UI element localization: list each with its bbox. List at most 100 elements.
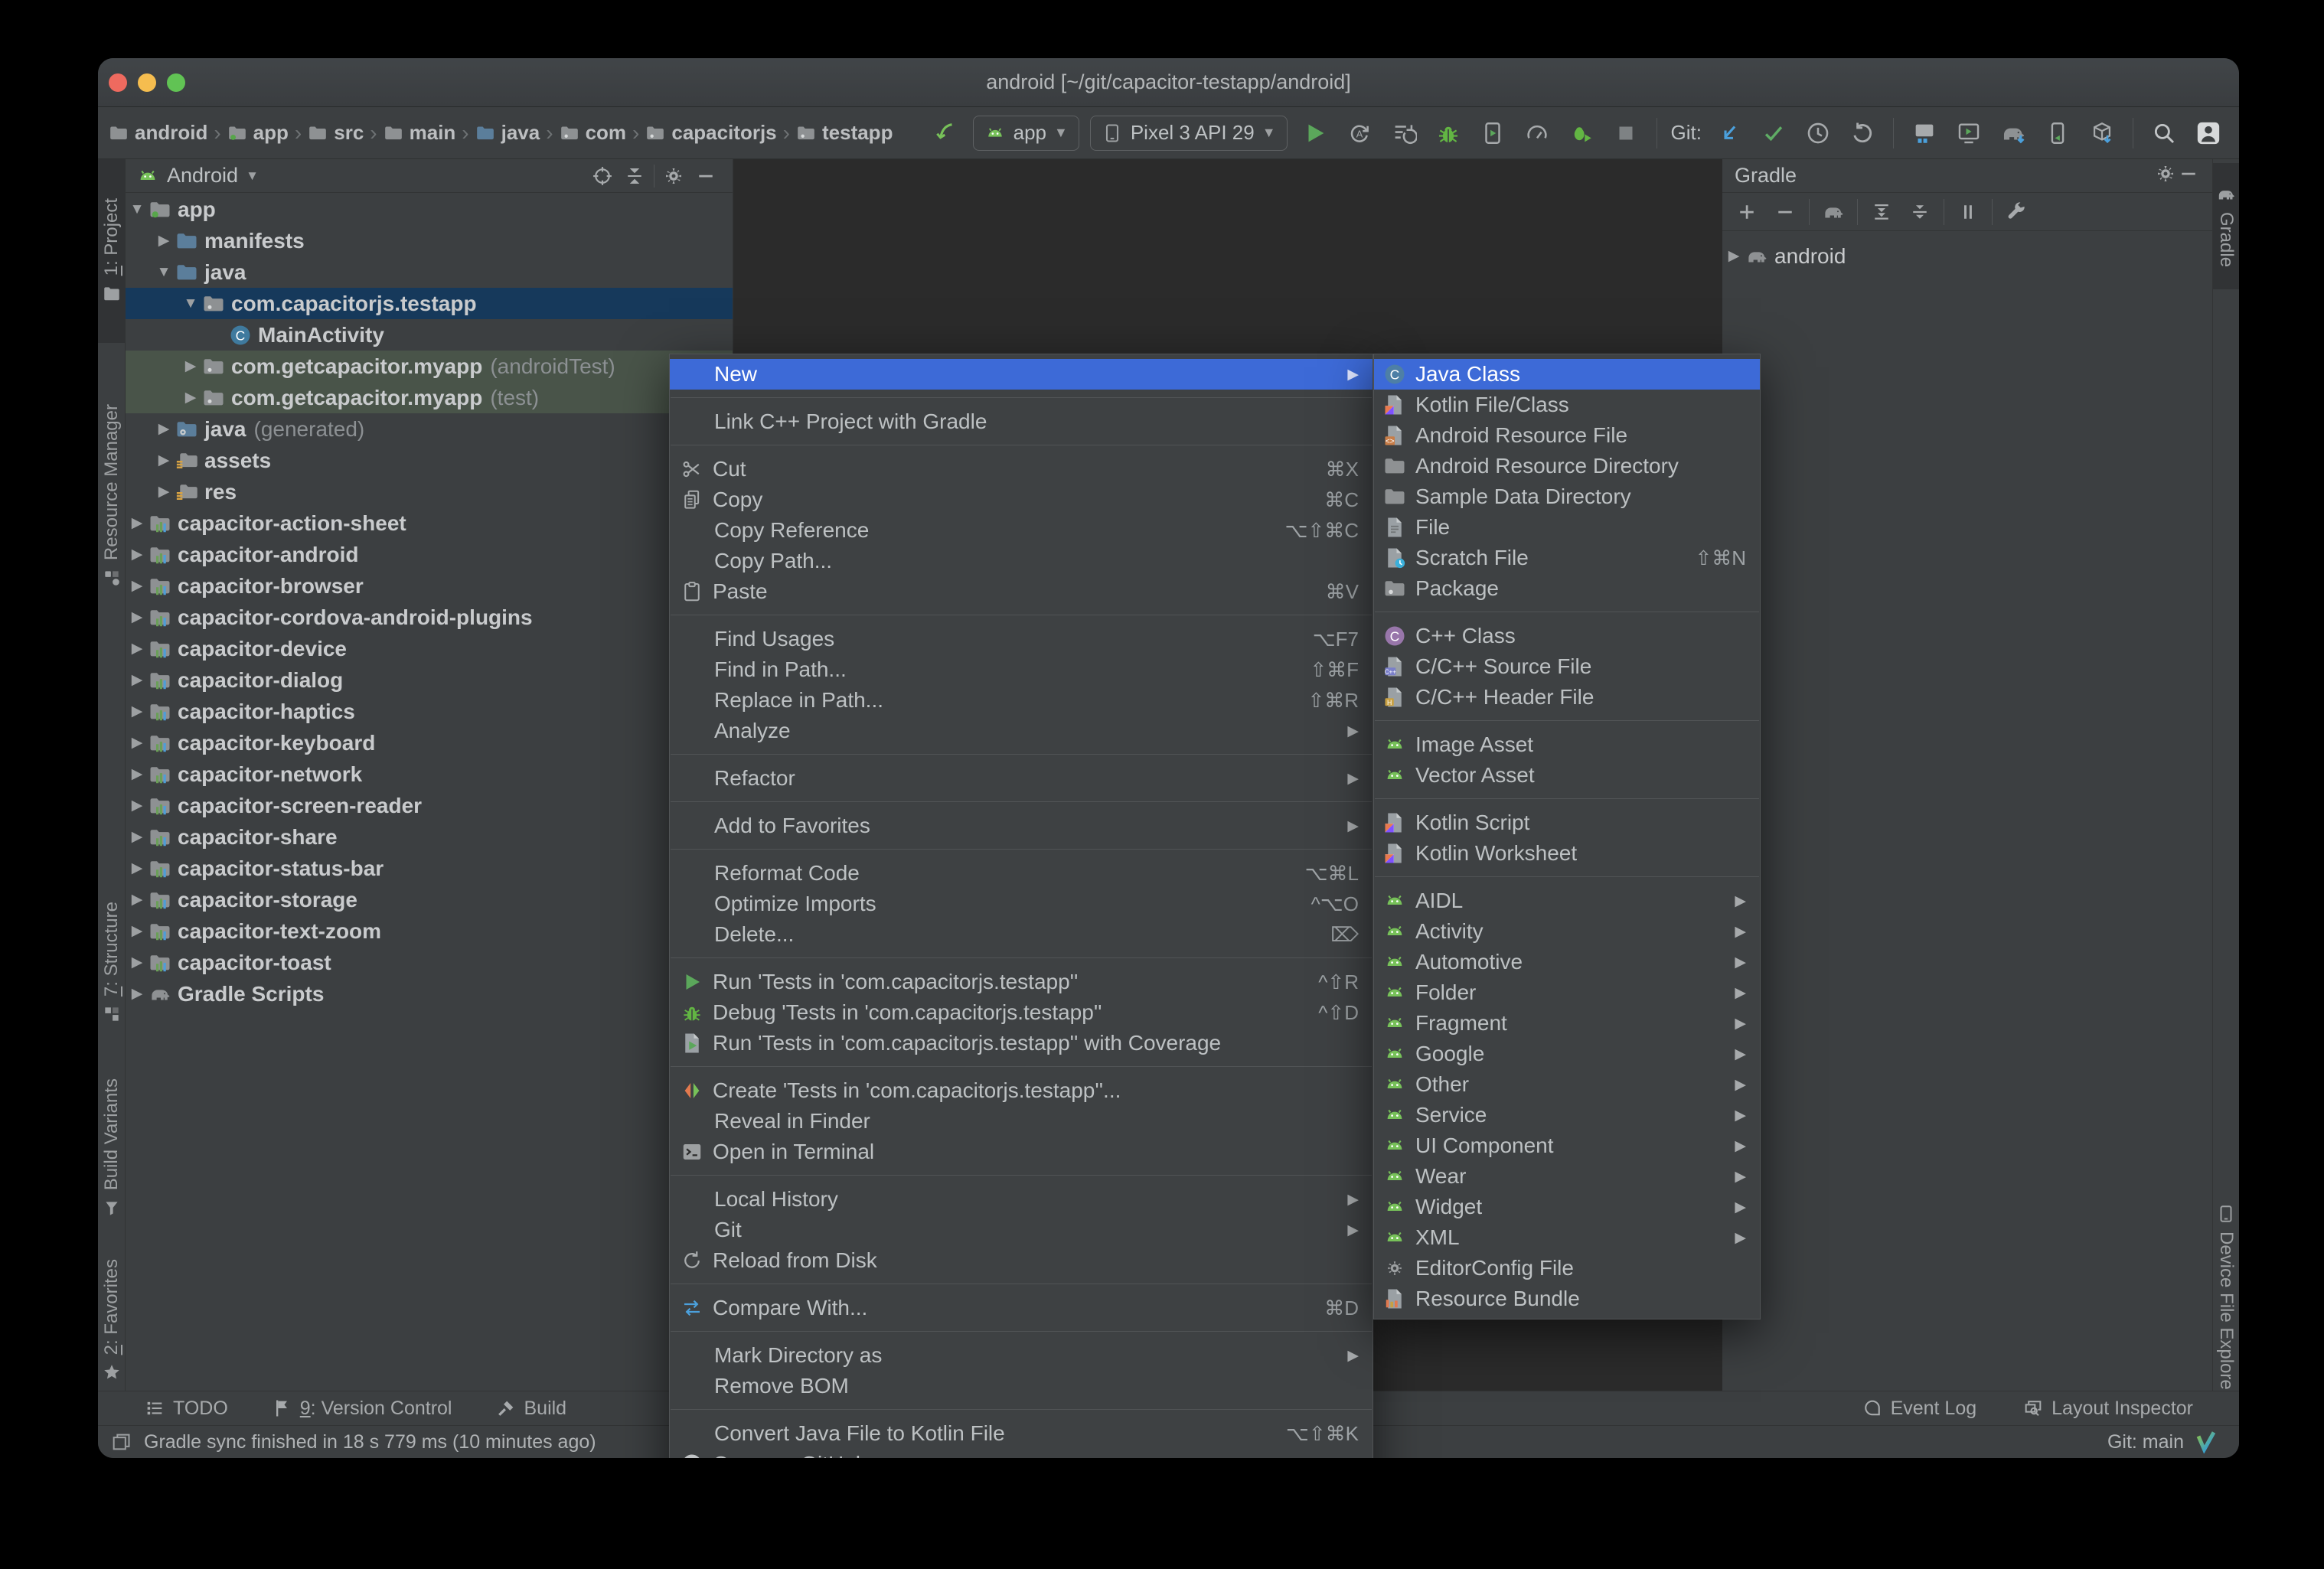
menu-item-activity[interactable]: Activity ▶	[1374, 916, 1760, 947]
menu-item-resource-bundle[interactable]: Resource Bundle	[1374, 1284, 1760, 1314]
tree-item-capacitor-dialog[interactable]: ▶ capacitor-dialog	[126, 664, 733, 696]
tree-toggle-icon[interactable]: ▶	[152, 420, 175, 438]
hide-icon[interactable]	[2177, 162, 2200, 189]
tree-toggle-icon[interactable]: ▶	[126, 985, 149, 1003]
menu-item-compare-with[interactable]: Compare With... ⌘D	[670, 1293, 1373, 1323]
menu-item-reload-from-disk[interactable]: Reload from Disk	[670, 1245, 1373, 1276]
tree-toggle-icon[interactable]: ▼	[126, 201, 149, 218]
menu-item-image-asset[interactable]: Image Asset	[1374, 729, 1760, 760]
tree-toggle-icon[interactable]: ▼	[152, 264, 175, 281]
menu-item-file[interactable]: File	[1374, 512, 1760, 543]
tool-window-tab-device-file-explorer[interactable]: Device File Explorer	[2213, 1173, 2239, 1426]
menu-item-new[interactable]: New ▶	[670, 359, 1373, 390]
menu-item-wear[interactable]: Wear ▶	[1374, 1161, 1760, 1192]
tree-item-capacitor-screen-reader[interactable]: ▶ capacitor-screen-reader	[126, 790, 733, 821]
git-branch-widget[interactable]: Git: main	[2107, 1431, 2184, 1453]
menu-item-replace-in-path[interactable]: Replace in Path... ⇧⌘R	[670, 685, 1373, 716]
gradle-tree-item-android[interactable]: ▶ android	[1722, 240, 2212, 272]
tree-item-capacitor-status-bar[interactable]: ▶ capacitor-status-bar	[126, 853, 733, 884]
tree-toggle-icon[interactable]: ▶	[179, 357, 202, 375]
breadcrumb[interactable]: android › app › src › main › java › com › capacitorj…	[109, 121, 893, 145]
tree-item-app[interactable]: ▼ app	[126, 194, 733, 225]
menu-item-debug-tests-in-com-capacitorjs-testapp[interactable]: Debug 'Tests in 'com.capacitorjs.testapp…	[670, 997, 1373, 1028]
gear-icon[interactable]	[658, 161, 690, 191]
menu-item-c-class[interactable]: C C++ Class	[1374, 621, 1760, 651]
git-history-icon[interactable]	[1801, 116, 1835, 150]
tree-toggle-icon[interactable]: ▶	[126, 765, 149, 783]
menu-item-open-on-github[interactable]: Open on GitHub	[670, 1449, 1373, 1458]
breadcrumb-item-app[interactable]: app	[227, 121, 289, 145]
menu-item-optimize-imports[interactable]: Optimize Imports ^⌥O	[670, 889, 1373, 919]
tree-item-gradle-scripts[interactable]: ▶ Gradle Scripts	[126, 978, 733, 1010]
plus-icon[interactable]	[1730, 197, 1764, 227]
elephant-icon[interactable]	[1816, 197, 1850, 227]
tree-toggle-icon[interactable]: ▶	[126, 608, 149, 626]
menu-item-package[interactable]: Package	[1374, 573, 1760, 604]
tree-toggle-icon[interactable]: ▶	[126, 671, 149, 689]
tree-item-java[interactable]: ▼ java	[126, 256, 733, 288]
menu-item-local-history[interactable]: Local History ▶	[670, 1184, 1373, 1215]
menu-item-android-resource-file[interactable]: <> Android Resource File	[1374, 420, 1760, 451]
tree-item-capacitor-cordova-android-plugins[interactable]: ▶ capacitor-cordova-android-plugins	[126, 602, 733, 633]
minus-icon[interactable]	[1768, 197, 1802, 227]
menu-item-create-tests-in-com-capacitorjs-testapp[interactable]: Create 'Tests in 'com.capacitorjs.testap…	[670, 1075, 1373, 1106]
tool-window-button---version-control[interactable]: 9: Version Control	[271, 1398, 452, 1420]
debug-coverage-icon[interactable]	[1565, 116, 1598, 150]
tool-window-tab-build-variants[interactable]: Build Variants	[98, 1066, 125, 1231]
tree-toggle-icon[interactable]: ▶	[126, 640, 149, 657]
tree-toggle-icon[interactable]: ▶	[152, 232, 175, 250]
menu-item-c-c-header-file[interactable]: H C/C++ Header File	[1374, 682, 1760, 713]
gradle-sync-icon[interactable]	[1996, 116, 2030, 150]
tree-item-capacitor-android[interactable]: ▶ capacitor-android	[126, 539, 733, 570]
apply-restart-icon[interactable]: A	[1343, 116, 1376, 150]
breadcrumb-item-java[interactable]: java	[475, 121, 540, 145]
menu-item-scratch-file[interactable]: Scratch File ⇧⌘N	[1374, 543, 1760, 573]
menu-item-automotive[interactable]: Automotive ▶	[1374, 947, 1760, 977]
breadcrumb-item-src[interactable]: src	[308, 121, 364, 145]
tree-item-capacitor-haptics[interactable]: ▶ capacitor-haptics	[126, 696, 733, 727]
project-view-selector[interactable]: Android	[167, 164, 238, 188]
run-configuration-select[interactable]: app ▼	[972, 115, 1079, 151]
menu-item-xml[interactable]: XML ▶	[1374, 1222, 1760, 1253]
tree-item-capacitor-toast[interactable]: ▶ capacitor-toast	[126, 947, 733, 978]
breadcrumb-item-android[interactable]: android	[109, 121, 207, 145]
tree-item-res[interactable]: ▶ res	[126, 476, 733, 507]
device-select[interactable]: Pixel 3 API 29 ▼	[1089, 115, 1288, 151]
menu-item-aidl[interactable]: AIDL ▶	[1374, 886, 1760, 916]
locate-icon[interactable]	[586, 161, 619, 191]
collapse-panel-icon[interactable]	[619, 161, 651, 191]
sdk-manager-icon[interactable]	[2085, 116, 2119, 150]
tree-toggle-icon[interactable]: ▶	[152, 452, 175, 469]
tree-toggle-icon[interactable]: ▶	[1722, 247, 1745, 265]
menu-item-remove-bom[interactable]: Remove BOM	[670, 1371, 1373, 1401]
menu-item-kotlin-file-class[interactable]: Kotlin File/Class	[1374, 390, 1760, 420]
tree-toggle-icon[interactable]: ▶	[152, 483, 175, 501]
breadcrumb-item-main[interactable]: main	[384, 121, 455, 145]
profiler-icon[interactable]	[1520, 116, 1554, 150]
breadcrumb-item-com[interactable]: com	[560, 121, 626, 145]
tree-item-com-getcapacitor-myapp[interactable]: ▶ com.getcapacitor.myapp (androidTest)	[126, 351, 733, 382]
avatar-icon[interactable]	[2192, 116, 2225, 150]
run-icon[interactable]	[1298, 116, 1332, 150]
git-commit-icon[interactable]	[1757, 116, 1790, 150]
tree-item-com-getcapacitor-myapp[interactable]: ▶ com.getcapacitor.myapp (test)	[126, 382, 733, 413]
menu-item-folder[interactable]: Folder ▶	[1374, 977, 1760, 1008]
git-rollback-icon[interactable]	[1846, 116, 1879, 150]
tool-window-button-event-log[interactable]: Event Log	[1862, 1398, 1976, 1420]
menu-item-kotlin-worksheet[interactable]: Kotlin Worksheet	[1374, 838, 1760, 869]
tree-item-mainactivity[interactable]: C MainActivity	[126, 319, 733, 351]
tool-window-tab-1--project[interactable]: 1: Project	[98, 159, 125, 343]
menu-item-copy-reference[interactable]: Copy Reference ⌥⇧⌘C	[670, 515, 1373, 546]
menu-item-google[interactable]: Google ▶	[1374, 1039, 1760, 1069]
menu-item-java-class[interactable]: C Java Class	[1374, 359, 1760, 390]
menu-item-vector-asset[interactable]: Vector Asset	[1374, 760, 1760, 791]
tool-window-tab-resource-manager[interactable]: Resource Manager	[98, 351, 125, 641]
menu-item-c-c-source-file[interactable]: C++ C/C++ Source File	[1374, 651, 1760, 682]
tool-window-tab-gradle[interactable]: Gradle	[2213, 163, 2239, 289]
tree-item-capacitor-network[interactable]: ▶ capacitor-network	[126, 758, 733, 790]
menu-item-ui-component[interactable]: UI Component ▶	[1374, 1130, 1760, 1161]
execute-task-icon[interactable]	[1951, 197, 1985, 227]
tree-item-com-capacitorjs-testapp[interactable]: ▼ com.capacitorjs.testapp	[126, 288, 733, 319]
menu-item-delete[interactable]: Delete... ⌦	[670, 919, 1373, 950]
apply-code-icon[interactable]	[1387, 116, 1421, 150]
